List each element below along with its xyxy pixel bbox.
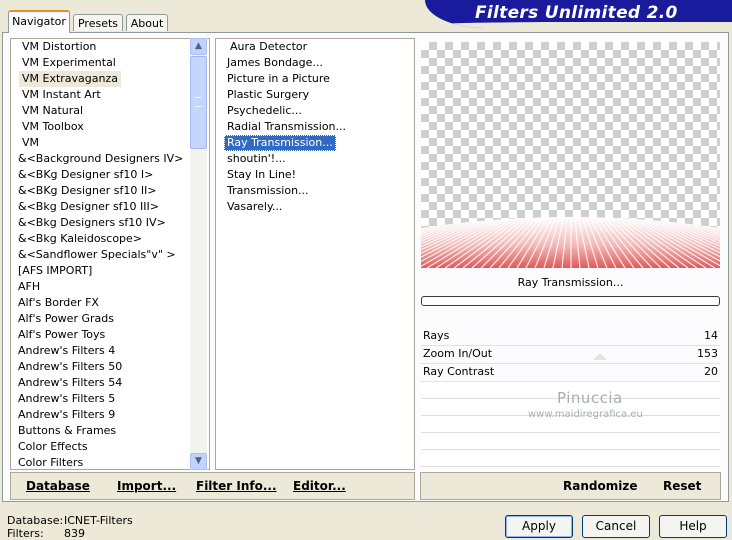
param-row-rays[interactable]: Rays 14 [421,327,720,346]
filter-item[interactable]: Radial Transmission... [224,119,349,135]
category-item[interactable]: VM Instant Art [19,87,104,103]
category-item[interactable]: &<Background Designers IV> [15,151,186,167]
category-item[interactable]: Andrew's Filters 4 [15,343,118,359]
category-item[interactable]: Andrew's Filters 54 [15,375,125,391]
category-item[interactable]: &<Sandflower Specials"v" > [15,247,179,263]
param-row-ray-contrast[interactable]: Ray Contrast 20 [421,363,720,382]
watermark-url: www.maidiregrafica.eu [528,409,643,420]
help-button[interactable]: Help [659,515,727,538]
param-label: Zoom In/Out [423,347,493,360]
randomize-button[interactable]: Randomize [563,479,637,493]
param-label: Rays [423,329,450,342]
param-label: Ray Contrast [423,365,495,378]
category-item[interactable]: &<Bkg Designer sf10 III> [15,199,162,215]
category-item[interactable]: Alf's Border FX [15,295,102,311]
category-item[interactable]: &<Bkg Designers sf10 IV> [15,215,169,231]
filter-item[interactable]: Ray Transmission... [224,135,336,151]
scroll-thumb[interactable] [190,56,207,149]
filter-item[interactable]: Aura Detector [227,39,310,55]
category-item[interactable]: VM Toolbox [19,119,87,135]
param-value: 153 [697,347,718,360]
category-item[interactable]: [AFS IMPORT] [15,263,95,279]
category-item[interactable]: VM Distortion [19,39,99,55]
cancel-button[interactable]: Cancel [582,515,650,538]
ray-preview [421,217,720,268]
category-item[interactable]: &<BKg Designer sf10 II> [15,183,160,199]
category-list[interactable]: VM Distortion VM Experimental VM Extravaga… [10,38,210,470]
preview-image [421,42,720,268]
database-button[interactable]: Database [26,479,90,493]
filter-item[interactable]: Vasarely... [224,199,285,215]
category-item[interactable]: VM Extravaganza [19,71,122,87]
slider-marker-icon [593,353,607,360]
category-item[interactable]: &<Bkg Kaleidoscope> [15,231,145,247]
param-row-zoom[interactable]: Zoom In/Out 153 [421,345,720,364]
category-item[interactable]: Andrew's Filters 9 [15,407,118,423]
tab-about[interactable]: About [126,14,168,31]
empty-param-row [421,450,720,467]
reset-button[interactable]: Reset [663,479,701,493]
param-value: 20 [704,365,718,378]
database-value: ICNET-Filters [64,514,133,527]
tab-navigator[interactable]: Navigator [8,10,70,33]
filter-item[interactable]: Psychedelic... [224,103,305,119]
filter-list[interactable]: Aura Detector James Bondage... Picture in … [215,38,415,470]
filter-item[interactable]: Stay In Line! [224,167,299,183]
category-scrollbar[interactable]: ▲ ▼ [190,38,207,470]
category-item[interactable]: Alf's Power Grads [15,311,117,327]
param-value: 14 [704,329,718,342]
category-item[interactable]: VM [19,135,42,151]
filter-item[interactable]: Picture in a Picture [224,71,333,87]
category-item[interactable]: Andrew's Filters 5 [15,391,118,407]
editor-button[interactable]: Editor... [293,479,346,493]
filter-item[interactable]: Plastic Surgery [224,87,312,103]
app-title: Filters Unlimited 2.0 [475,3,678,23]
category-item[interactable]: AFH [15,279,43,295]
progress-bar [421,296,720,306]
apply-button[interactable]: Apply [505,515,573,538]
filter-info-button[interactable]: Filter Info... [196,479,277,493]
import-button[interactable]: Import... [117,479,176,493]
category-item[interactable]: Color Filters [15,455,86,471]
category-item[interactable]: VM Natural [19,103,86,119]
watermark-name: Pinuccia [557,389,623,407]
database-label: Database: [7,514,64,527]
filters-count-label: Filters: [7,527,44,540]
category-item[interactable]: VM Experimental [19,55,119,71]
tab-presets[interactable]: Presets [73,14,123,31]
filter-item[interactable]: shoutin'!... [224,151,289,167]
category-item[interactable]: Alf's Power Toys [15,327,108,343]
filter-item[interactable]: James Bondage... [224,55,326,71]
empty-param-row [421,433,720,450]
filters-count-value: 839 [64,527,85,540]
scroll-down-button[interactable]: ▼ [190,453,207,470]
scroll-up-button[interactable]: ▲ [190,38,207,55]
filter-item[interactable]: Transmission... [224,183,312,199]
selected-filter-label: Ray Transmission... [517,276,624,289]
category-item[interactable]: Color Effects [15,439,91,455]
category-item[interactable]: &<BKg Designer sf10 I> [15,167,156,183]
category-item[interactable]: Andrew's Filters 50 [15,359,125,375]
category-item[interactable]: Buttons & Frames [15,423,119,439]
